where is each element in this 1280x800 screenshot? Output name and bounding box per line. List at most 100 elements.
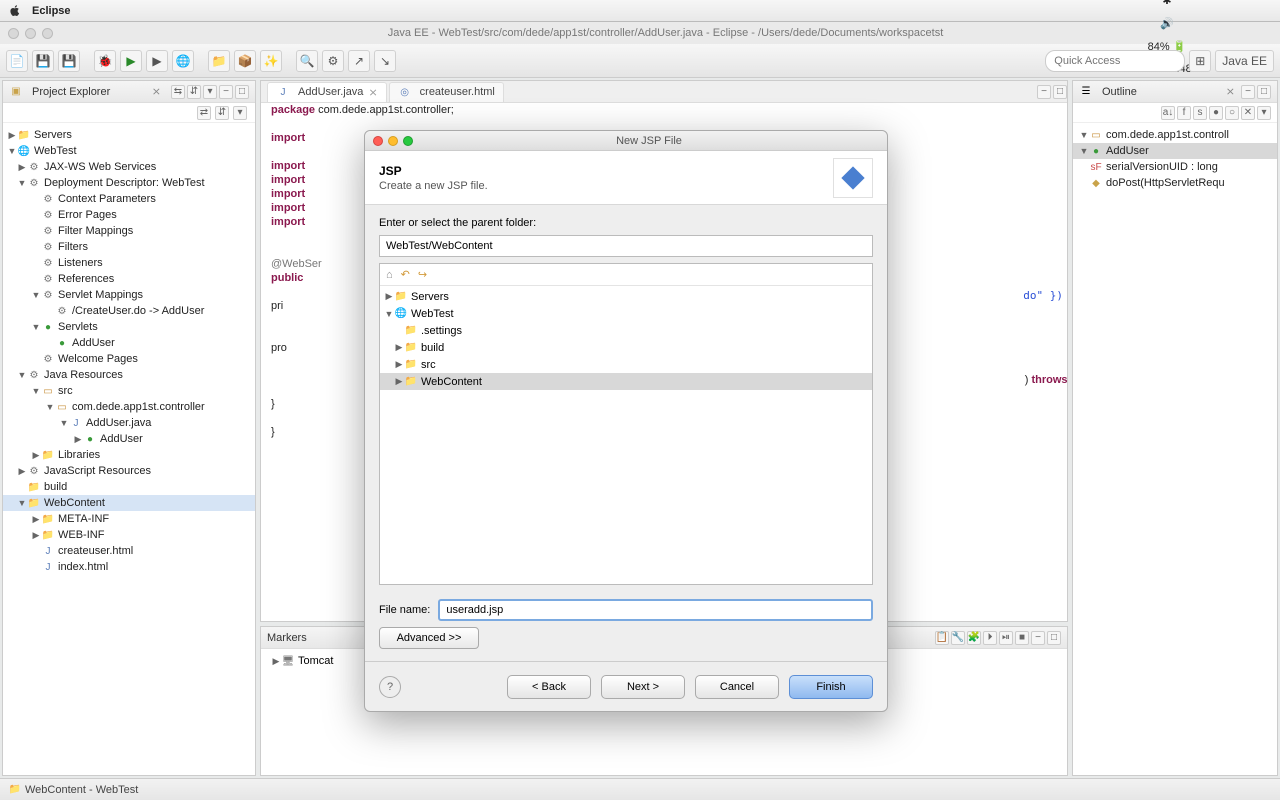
tree-item[interactable]: ▼⚙Java Resources bbox=[3, 367, 255, 383]
advanced-button[interactable]: Advanced >> bbox=[379, 627, 479, 649]
outline-item[interactable]: ▼●AddUser bbox=[1073, 143, 1277, 159]
back-button[interactable]: < Back bbox=[507, 675, 591, 699]
outline-sort-button[interactable]: a↓ bbox=[1161, 106, 1175, 120]
tree-item[interactable]: ▶📁Servers bbox=[380, 288, 872, 305]
tab-adduser-java[interactable]: JAddUser.java ⨯ bbox=[267, 82, 387, 102]
tree-item[interactable]: ▶📁build bbox=[380, 339, 872, 356]
outline-public-button[interactable]: ● bbox=[1209, 106, 1223, 120]
pe-sync-button[interactable]: ⇄ bbox=[197, 106, 211, 120]
parent-folder-input[interactable] bbox=[379, 235, 873, 257]
servers-tool-1[interactable]: 📋 bbox=[935, 631, 949, 645]
outline-item[interactable]: sFserialVersionUID : long bbox=[1073, 159, 1277, 175]
outline-item[interactable]: ▼▭com.dede.app1st.controll bbox=[1073, 127, 1277, 143]
nav2-button[interactable]: ↘ bbox=[374, 50, 396, 72]
home-icon[interactable]: ⌂ bbox=[386, 269, 393, 281]
outline-tree[interactable]: ▼▭com.dede.app1st.controll▼●AddUsersFser… bbox=[1073, 123, 1277, 775]
tree-item[interactable]: ⚙Filter Mappings bbox=[3, 223, 255, 239]
outline-local-button[interactable]: ○ bbox=[1225, 106, 1239, 120]
minimize-view-button[interactable]: − bbox=[219, 85, 233, 99]
tree-item[interactable]: ▼📁WebContent bbox=[3, 495, 255, 511]
maximize-view-button[interactable]: □ bbox=[235, 85, 249, 99]
server-button[interactable]: 🌐 bbox=[172, 50, 194, 72]
filename-input[interactable] bbox=[438, 599, 873, 621]
save-button[interactable]: 💾 bbox=[32, 50, 54, 72]
tree-item[interactable]: ▼▭com.dede.app1st.controller bbox=[3, 399, 255, 415]
outline-item[interactable]: ◆doPost(HttpServletRequ bbox=[1073, 175, 1277, 191]
run-ext-button[interactable]: ▶ bbox=[146, 50, 168, 72]
view-menu-button[interactable]: ▾ bbox=[203, 85, 217, 99]
tree-item[interactable]: ▼🌐WebTest bbox=[380, 305, 872, 322]
tool-button[interactable]: ⚙ bbox=[322, 50, 344, 72]
tree-item[interactable]: ●AddUser bbox=[3, 335, 255, 351]
outline-static-button[interactable]: s bbox=[1193, 106, 1207, 120]
outline-fields-button[interactable]: f bbox=[1177, 106, 1191, 120]
tree-item[interactable]: ▼⚙Servlet Mappings bbox=[3, 287, 255, 303]
run-button[interactable]: ▶ bbox=[120, 50, 142, 72]
servers-tool-4[interactable]: ⏵ bbox=[983, 631, 997, 645]
tree-item[interactable]: ⚙Filters bbox=[3, 239, 255, 255]
help-button[interactable]: ? bbox=[379, 676, 401, 698]
tree-item[interactable]: Jcreateuser.html bbox=[3, 543, 255, 559]
perspective-javaee[interactable]: Java EE bbox=[1215, 50, 1274, 72]
cancel-button[interactable]: Cancel bbox=[695, 675, 779, 699]
window-controls[interactable] bbox=[8, 28, 53, 39]
tree-item[interactable]: 📁build bbox=[3, 479, 255, 495]
tree-item[interactable]: ▼⚙Deployment Descriptor: WebTest bbox=[3, 175, 255, 191]
tree-item[interactable]: ⚙Welcome Pages bbox=[3, 351, 255, 367]
wizard-button[interactable]: ✨ bbox=[260, 50, 282, 72]
tree-item[interactable]: 📁.settings bbox=[380, 322, 872, 339]
tree-item[interactable]: ⚙References bbox=[3, 271, 255, 287]
tree-item[interactable]: ▶⚙JAX-WS Web Services bbox=[3, 159, 255, 175]
back-icon[interactable]: ↶ bbox=[401, 268, 410, 281]
quick-access-input[interactable] bbox=[1045, 50, 1185, 72]
search-button[interactable]: 🔍 bbox=[296, 50, 318, 72]
editor-maximize-button[interactable]: □ bbox=[1053, 85, 1067, 99]
tree-item[interactable]: ⚙Error Pages bbox=[3, 207, 255, 223]
tree-item[interactable]: ⚙Context Parameters bbox=[3, 191, 255, 207]
tree-item[interactable]: ▶📁WEB-INF bbox=[3, 527, 255, 543]
tree-item[interactable]: ⚙Listeners bbox=[3, 255, 255, 271]
apple-icon[interactable] bbox=[8, 4, 22, 18]
open-perspective-button[interactable]: ⊞ bbox=[1189, 50, 1211, 72]
pe-filter-button[interactable]: ⇵ bbox=[215, 106, 229, 120]
folder-tree[interactable]: ▶📁Servers▼🌐WebTest📁.settings▶📁build▶📁src… bbox=[380, 286, 872, 584]
servers-tool-3[interactable]: 🧩 bbox=[967, 631, 981, 645]
outline-menu-button[interactable]: ▾ bbox=[1257, 106, 1271, 120]
finish-button[interactable]: Finish bbox=[789, 675, 873, 699]
tree-item[interactable]: ▶●AddUser bbox=[3, 431, 255, 447]
collapse-all-button[interactable]: ⇆ bbox=[171, 85, 185, 99]
debug-button[interactable]: 🐞 bbox=[94, 50, 116, 72]
servers-max-button[interactable]: □ bbox=[1047, 631, 1061, 645]
app-name[interactable]: Eclipse bbox=[32, 5, 71, 17]
tree-item[interactable]: ▼🌐WebTest bbox=[3, 143, 255, 159]
tree-item[interactable]: ▶📁Servers bbox=[3, 127, 255, 143]
dialog-close-button[interactable] bbox=[373, 136, 383, 146]
pe-menu-button[interactable]: ▾ bbox=[233, 106, 247, 120]
dialog-min-button[interactable] bbox=[388, 136, 398, 146]
tree-item[interactable]: ▶📁META-INF bbox=[3, 511, 255, 527]
outline-hide-button[interactable]: ✕ bbox=[1241, 106, 1255, 120]
dialog-zoom-button[interactable] bbox=[403, 136, 413, 146]
tree-item[interactable]: ▼JAddUser.java bbox=[3, 415, 255, 431]
tree-item[interactable]: ▶📁src bbox=[380, 356, 872, 373]
servers-min-button[interactable]: − bbox=[1031, 631, 1045, 645]
markers-tab[interactable]: Markers bbox=[267, 632, 307, 644]
next-button[interactable]: Next > bbox=[601, 675, 685, 699]
outline-min-button[interactable]: − bbox=[1241, 85, 1255, 99]
tree-item[interactable]: ▶📁Libraries bbox=[3, 447, 255, 463]
tab-createuser-html[interactable]: ◎createuser.html bbox=[389, 82, 504, 102]
link-editor-button[interactable]: ⇵ bbox=[187, 85, 201, 99]
tree-item[interactable]: ⚙/CreateUser.do -> AddUser bbox=[3, 303, 255, 319]
tree-item[interactable]: ▼●Servlets bbox=[3, 319, 255, 335]
save-all-button[interactable]: 💾 bbox=[58, 50, 80, 72]
tree-item[interactable]: ▼▭src bbox=[3, 383, 255, 399]
forward-icon[interactable]: ↪ bbox=[418, 268, 427, 281]
tree-item[interactable]: ▶⚙JavaScript Resources bbox=[3, 463, 255, 479]
servers-tool-2[interactable]: 🔧 bbox=[951, 631, 965, 645]
outline-max-button[interactable]: □ bbox=[1257, 85, 1271, 99]
editor-minimize-button[interactable]: − bbox=[1037, 85, 1051, 99]
servers-tool-5[interactable]: ⏯ bbox=[999, 631, 1013, 645]
nav-button[interactable]: ↗ bbox=[348, 50, 370, 72]
servers-tool-6[interactable]: ■ bbox=[1015, 631, 1029, 645]
project-explorer-tree[interactable]: ▶📁Servers▼🌐WebTest▶⚙JAX-WS Web Services▼… bbox=[3, 123, 255, 775]
